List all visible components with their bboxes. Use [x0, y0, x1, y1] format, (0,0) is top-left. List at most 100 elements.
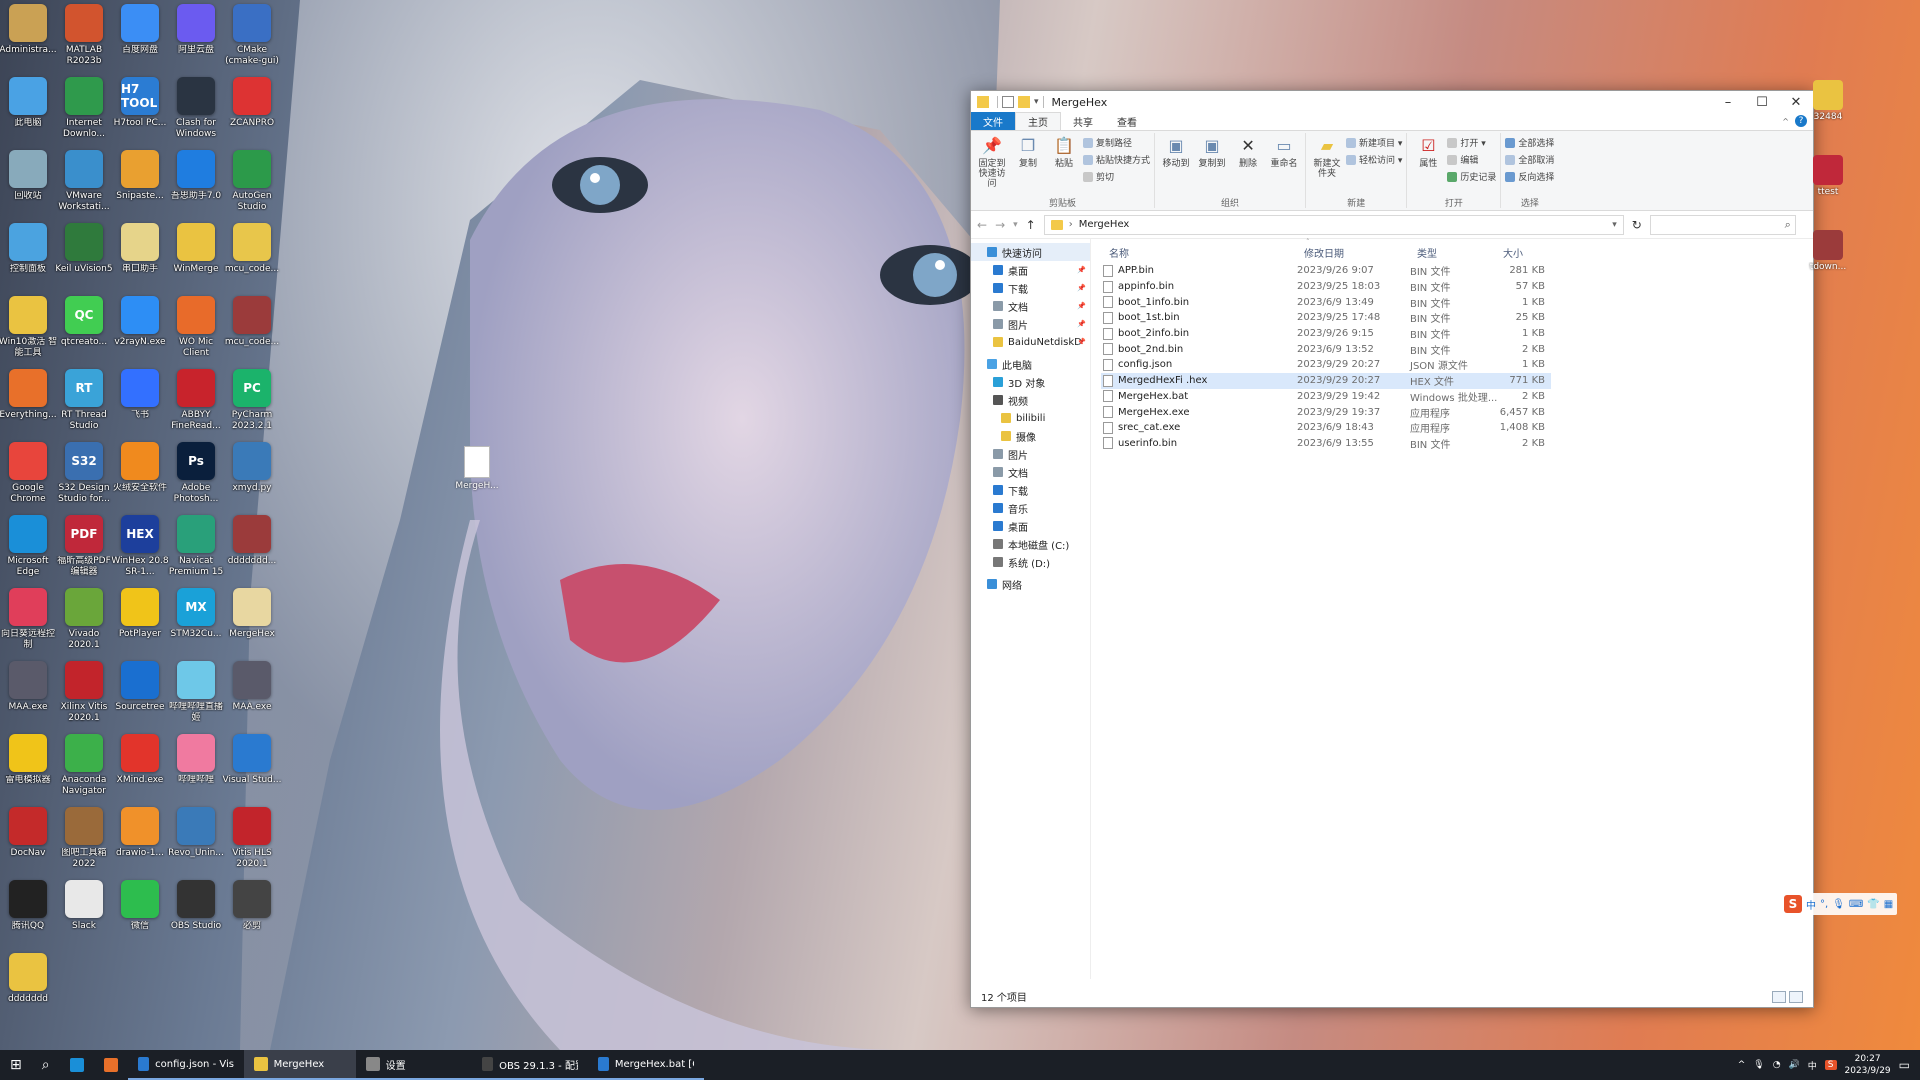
desktop-icon[interactable]: MATLAB R2023b: [54, 4, 114, 76]
title-bar[interactable]: ▾ MergeHex – ☐ ✕: [971, 91, 1813, 113]
desktop-icon[interactable]: H7 TOOL H7tool PC...: [110, 77, 170, 149]
nav-item[interactable]: 图片 📌: [971, 315, 1090, 333]
taskbar-app[interactable]: OBS 29.1.3 - 配置...: [471, 1050, 588, 1080]
open-button[interactable]: 打开 ▾: [1447, 135, 1496, 150]
desktop-file-mergehex[interactable]: MergeH...: [452, 446, 502, 491]
copy-button[interactable]: ❐ 复制: [1011, 133, 1045, 196]
easy-access-button[interactable]: 轻松访问 ▾: [1346, 152, 1402, 167]
desktop-icon[interactable]: Administra...: [0, 4, 58, 76]
desktop-icon[interactable]: 哔哩哔哩直播姬: [166, 661, 226, 733]
delete-button[interactable]: ✕ 删除: [1231, 133, 1265, 196]
desktop-icon[interactable]: WinMerge: [166, 223, 226, 295]
file-row[interactable]: userinfo.bin 2023/6/9 13:55 BIN 文件 2 KB: [1101, 436, 1551, 452]
desktop-icon[interactable]: RT RT Thread Studio: [54, 369, 114, 441]
desktop-icon[interactable]: 控制面板: [0, 223, 58, 295]
ime-tray[interactable]: 中: [1808, 1059, 1817, 1072]
desktop-icon[interactable]: 图吧工具箱 2022: [54, 807, 114, 879]
file-row[interactable]: srec_cat.exe 2023/6/9 18:43 应用程序 1,408 KB: [1101, 420, 1551, 436]
taskbar-app[interactable]: MergeHex: [243, 1050, 356, 1080]
refresh-icon[interactable]: ↻: [1632, 218, 1642, 232]
desktop-icon[interactable]: Sourcetree: [110, 661, 170, 733]
desktop-icon[interactable]: CMake (cmake-gui): [222, 4, 282, 76]
desktop-icon[interactable]: 百度网盘: [110, 4, 170, 76]
file-row[interactable]: boot_2info.bin 2023/9/26 9:15 BIN 文件 1 KB: [1101, 326, 1551, 342]
desktop-icon[interactable]: 必剪: [222, 880, 282, 952]
microphone-tray-icon[interactable]: 🎙: [1753, 1060, 1764, 1070]
back-arrow-icon[interactable]: ←: [977, 218, 987, 232]
column-name[interactable]: 名称: [1109, 245, 1129, 260]
desktop-icon[interactable]: Snipaste...: [110, 150, 170, 222]
nav-item[interactable]: 视频: [971, 391, 1090, 409]
desktop-icon[interactable]: WO Mic Client: [166, 296, 226, 368]
paste-shortcut-button[interactable]: 粘贴快捷方式: [1083, 152, 1150, 167]
desktop-icon[interactable]: MAA.exe: [0, 661, 58, 733]
nav-item[interactable]: 下载: [971, 481, 1090, 499]
tab-share[interactable]: 共享: [1061, 112, 1105, 130]
desktop-icon[interactable]: Everything...: [0, 369, 58, 441]
desktop-icon[interactable]: Keil uVision5: [54, 223, 114, 295]
desktop-icon[interactable]: Revo_Unin...: [166, 807, 226, 879]
edge-pinned[interactable]: [60, 1050, 94, 1080]
desktop-icon[interactable]: AutoGen Studio: [222, 150, 282, 222]
move-to-button[interactable]: ▣ 移动到: [1159, 133, 1193, 196]
taskbar-app[interactable]: 设置: [355, 1050, 472, 1080]
history-button[interactable]: 历史记录: [1447, 169, 1496, 184]
copy-to-button[interactable]: ▣ 复制到: [1195, 133, 1229, 196]
file-row[interactable]: boot_2nd.bin 2023/6/9 13:52 BIN 文件 2 KB: [1101, 341, 1551, 357]
desktop-icon[interactable]: ddddddd...: [222, 515, 282, 587]
desktop-icon[interactable]: Navicat Premium 15: [166, 515, 226, 587]
taskbar-app[interactable]: config.json - Visu...: [127, 1050, 244, 1080]
new-item-button[interactable]: 新建项目 ▾: [1346, 135, 1402, 150]
nav-item[interactable]: BaiduNetdiskD 📌: [971, 333, 1090, 351]
desktop-icon[interactable]: 向日葵远程控制: [0, 588, 58, 660]
desktop-icon[interactable]: 微信: [110, 880, 170, 952]
tab-view[interactable]: 查看: [1105, 112, 1149, 130]
minimize-button[interactable]: –: [1711, 91, 1745, 113]
desktop-icon[interactable]: v2rayN.exe: [110, 296, 170, 368]
nav-item[interactable]: 本地磁盘 (C:): [971, 535, 1090, 553]
notification-icon[interactable]: ▭: [1899, 1058, 1910, 1072]
desktop-icon[interactable]: 此电脑: [0, 77, 58, 149]
nav-item[interactable]: 此电脑: [971, 355, 1090, 373]
desktop-icon[interactable]: tdown...: [1806, 230, 1850, 286]
desktop-icon[interactable]: MAA.exe: [222, 661, 282, 733]
desktop-icon[interactable]: 雷电模拟器: [0, 734, 58, 806]
desktop-icon[interactable]: mcu_code...: [222, 223, 282, 295]
desktop-icon[interactable]: XMind.exe: [110, 734, 170, 806]
nav-item[interactable]: 文档: [971, 463, 1090, 481]
desktop-icon[interactable]: ABBYY FineRead...: [166, 369, 226, 441]
desktop-icon[interactable]: ddddddd: [0, 953, 58, 1025]
tab-file[interactable]: 文件: [971, 112, 1015, 130]
desktop-icon[interactable]: MergeHex: [222, 588, 282, 660]
desktop-icon[interactable]: S32 S32 Design Studio for...: [54, 442, 114, 514]
skin-icon[interactable]: 👕: [1867, 899, 1879, 910]
nav-item[interactable]: 摄像: [971, 427, 1090, 445]
desktop-icon[interactable]: Anaconda Navigator: [54, 734, 114, 806]
desktop-icon[interactable]: PDF 福昕高级PDF 编辑器: [54, 515, 114, 587]
rename-button[interactable]: ▭ 重命名: [1267, 133, 1301, 196]
desktop-icon[interactable]: Slack: [54, 880, 114, 952]
properties-button[interactable]: ☑ 属性: [1411, 133, 1445, 196]
nav-item[interactable]: 系统 (D:): [971, 553, 1090, 571]
desktop-icon[interactable]: 回收站: [0, 150, 58, 222]
breadcrumb-chevron-icon[interactable]: ›: [1069, 219, 1073, 230]
file-row[interactable]: boot_1info.bin 2023/6/9 13:49 BIN 文件 1 KB: [1101, 294, 1551, 310]
desktop-icon[interactable]: DocNav: [0, 807, 58, 879]
column-type[interactable]: 类型: [1417, 245, 1437, 260]
new-folder-button[interactable]: ▰ 新建文件夹: [1310, 133, 1344, 196]
desktop-icon[interactable]: Microsoft Edge: [0, 515, 58, 587]
recent-chevron-icon[interactable]: ▾: [1013, 220, 1018, 230]
paste-button[interactable]: 📋 粘贴: [1047, 133, 1081, 196]
desktop-icon[interactable]: 飞书: [110, 369, 170, 441]
file-row[interactable]: boot_1st.bin 2023/9/25 17:48 BIN 文件 25 KB: [1101, 310, 1551, 326]
desktop-icon[interactable]: MX STM32Cu...: [166, 588, 226, 660]
file-explorer-window[interactable]: ▾ MergeHex – ☐ ✕ 文件 主页 共享 查看 ^? 📌 固定到快速访问…: [970, 90, 1814, 1008]
forward-arrow-icon[interactable]: →: [995, 218, 1005, 232]
volume-icon[interactable]: 🔊: [1789, 1060, 1800, 1070]
tray-overflow-icon[interactable]: ^: [1738, 1060, 1746, 1070]
edit-button[interactable]: 编辑: [1447, 152, 1496, 167]
desktop-icon[interactable]: 阿里云盘: [166, 4, 226, 76]
tab-home[interactable]: 主页: [1015, 112, 1061, 130]
network-icon[interactable]: ◔: [1773, 1060, 1781, 1070]
nav-item[interactable]: 桌面: [971, 517, 1090, 535]
